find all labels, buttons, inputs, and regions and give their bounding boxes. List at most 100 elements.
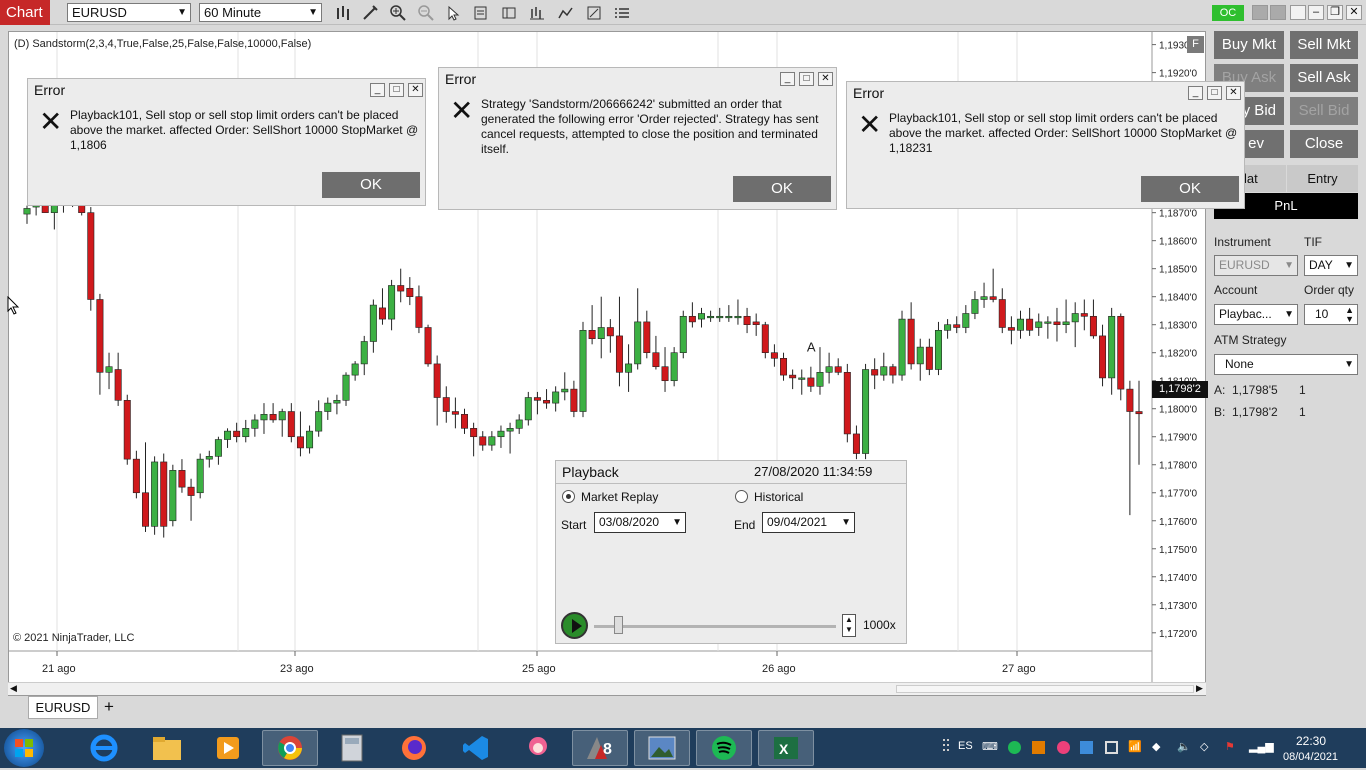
tray-app-icon[interactable]: ◆ bbox=[1152, 740, 1160, 753]
add-tab-button[interactable]: + bbox=[104, 698, 114, 715]
ok-button[interactable]: OK bbox=[733, 176, 831, 202]
pointer-icon[interactable] bbox=[443, 3, 463, 22]
clock-time[interactable]: 22:30 bbox=[1296, 734, 1326, 748]
historical-label[interactable]: Historical bbox=[754, 490, 803, 504]
clock-date[interactable]: 08/04/2021 bbox=[1283, 751, 1338, 763]
restore-icon[interactable]: ❐ bbox=[1327, 5, 1343, 20]
close-icon[interactable]: ✕ bbox=[818, 72, 833, 86]
spotify-icon[interactable] bbox=[696, 730, 752, 766]
playback-datetime: 27/08/2020 11:34:59 bbox=[754, 464, 873, 479]
menu-list-icon[interactable] bbox=[612, 3, 632, 22]
photos-icon[interactable] bbox=[634, 730, 690, 766]
properties-icon[interactable] bbox=[499, 3, 519, 22]
close-icon[interactable]: ✕ bbox=[1226, 86, 1241, 100]
calculator-icon[interactable] bbox=[324, 730, 380, 766]
minimize-icon[interactable]: _ bbox=[1188, 86, 1203, 100]
ninjatrader-icon[interactable]: 8 bbox=[572, 730, 628, 766]
data-box-icon[interactable] bbox=[471, 3, 491, 22]
zoom-out-icon[interactable] bbox=[416, 3, 436, 22]
minimize-icon[interactable]: _ bbox=[780, 72, 795, 86]
price-tick-label: 1,1920'0 bbox=[1159, 69, 1197, 80]
spinner-icon[interactable]: ▲ ▼ bbox=[1345, 306, 1354, 324]
instrument-value: EURUSD bbox=[72, 5, 127, 20]
instrument-selector[interactable]: EURUSD ▼ bbox=[67, 3, 191, 22]
indicators-icon[interactable] bbox=[527, 3, 547, 22]
media-player-icon[interactable] bbox=[200, 730, 256, 766]
keyboard-icon[interactable]: ⌨ bbox=[982, 740, 998, 753]
anime-app-icon[interactable] bbox=[510, 730, 566, 766]
candle-body bbox=[260, 414, 268, 421]
firefox-icon[interactable] bbox=[386, 730, 442, 766]
tray-app-icon[interactable] bbox=[1105, 741, 1118, 754]
dropbox-icon[interactable]: ◇ bbox=[1200, 740, 1208, 753]
sell-bid-button[interactable]: Sell Bid bbox=[1290, 97, 1358, 125]
entry-tab[interactable]: Entry bbox=[1287, 165, 1358, 192]
strategies-icon[interactable] bbox=[556, 3, 576, 22]
excel-icon[interactable]: X bbox=[758, 730, 814, 766]
language-indicator[interactable]: ES bbox=[958, 740, 973, 752]
oc-toggle[interactable]: OC bbox=[1212, 5, 1244, 21]
close-icon[interactable]: ✕ bbox=[1346, 5, 1362, 20]
network-icon[interactable]: ▂▄▆ bbox=[1249, 740, 1274, 753]
candle-body bbox=[433, 363, 441, 398]
scroll-left-icon[interactable]: ◀ bbox=[10, 683, 17, 694]
minimize-icon[interactable]: – bbox=[1308, 5, 1324, 20]
tray-app-icon[interactable] bbox=[1080, 741, 1093, 754]
sell-mkt-button[interactable]: Sell Mkt bbox=[1290, 31, 1358, 59]
chart-trader-icon[interactable] bbox=[584, 3, 604, 22]
market-replay-radio[interactable] bbox=[562, 490, 575, 503]
sell-ask-button[interactable]: Sell Ask bbox=[1290, 64, 1358, 92]
tray-app-icon[interactable] bbox=[1057, 741, 1070, 754]
order-qty-input[interactable]: 10 ▲ ▼ bbox=[1304, 304, 1358, 325]
maximize-icon[interactable]: □ bbox=[1207, 86, 1222, 100]
start-button[interactable] bbox=[4, 729, 44, 767]
copyright-text: © 2021 NinjaTrader, LLC bbox=[13, 632, 135, 644]
tray-app-icon[interactable] bbox=[1032, 741, 1045, 754]
link-icon[interactable] bbox=[1252, 5, 1268, 20]
playback-slider-thumb[interactable] bbox=[614, 616, 624, 634]
scroll-right-icon[interactable]: ▶ bbox=[1196, 683, 1203, 694]
instrument-select[interactable]: EURUSD ▼ bbox=[1214, 255, 1298, 276]
candle-body bbox=[588, 329, 596, 339]
ok-button[interactable]: OK bbox=[1141, 176, 1239, 202]
tray-overflow-icon[interactable] bbox=[943, 739, 951, 757]
start-date-picker[interactable]: 03/08/2020 ▼ bbox=[594, 512, 686, 533]
ask-size: 1 bbox=[1299, 383, 1306, 397]
chart-scrollbar[interactable]: ◀ ▶ bbox=[8, 682, 1206, 695]
pencil-icon[interactable] bbox=[360, 3, 380, 22]
maximize-icon[interactable]: □ bbox=[799, 72, 814, 86]
tif-select[interactable]: DAY ▼ bbox=[1304, 255, 1358, 276]
buy-mkt-button[interactable]: Buy Mkt bbox=[1214, 31, 1284, 59]
chevron-down-icon: ▼ bbox=[672, 517, 682, 528]
wifi-icon[interactable]: 📶 bbox=[1128, 740, 1142, 753]
close-icon[interactable]: ✕ bbox=[408, 83, 423, 97]
flag-icon[interactable]: ⚑ bbox=[1225, 740, 1235, 753]
snapshot-icon[interactable] bbox=[1290, 5, 1306, 20]
file-explorer-icon[interactable] bbox=[139, 730, 195, 766]
playback-slider[interactable] bbox=[594, 625, 836, 628]
maximize-icon[interactable]: □ bbox=[389, 83, 404, 97]
market-replay-label[interactable]: Market Replay bbox=[581, 490, 658, 504]
historical-radio[interactable] bbox=[735, 490, 748, 503]
scrollbar-thumb[interactable] bbox=[896, 685, 1194, 693]
ok-button[interactable]: OK bbox=[322, 172, 420, 198]
speed-spinner[interactable]: ▲ ▼ bbox=[842, 614, 856, 637]
interval-selector[interactable]: 60 Minute ▼ bbox=[199, 3, 322, 22]
account-select[interactable]: Playbac... ▼ bbox=[1214, 304, 1298, 325]
internet-explorer-icon[interactable] bbox=[76, 730, 132, 766]
candle-body bbox=[552, 391, 560, 404]
zoom-in-icon[interactable] bbox=[388, 3, 408, 22]
atm-strategy-select[interactable]: None ▼ bbox=[1214, 354, 1358, 375]
vscode-icon[interactable] bbox=[448, 730, 504, 766]
volume-icon[interactable]: 🔈 bbox=[1177, 740, 1191, 753]
bars-type-icon[interactable] bbox=[333, 3, 353, 22]
chrome-icon[interactable] bbox=[262, 730, 318, 766]
minimize-icon[interactable]: _ bbox=[370, 83, 385, 97]
close-button[interactable]: Close bbox=[1290, 130, 1358, 158]
tab-eurusd[interactable]: EURUSD bbox=[28, 696, 98, 719]
f-button[interactable]: F bbox=[1187, 36, 1204, 53]
spotify-tray-icon[interactable] bbox=[1008, 741, 1021, 754]
workspace-icon[interactable] bbox=[1270, 5, 1286, 20]
end-date-picker[interactable]: 09/04/2021 ▼ bbox=[762, 512, 855, 533]
play-button[interactable] bbox=[561, 612, 588, 639]
